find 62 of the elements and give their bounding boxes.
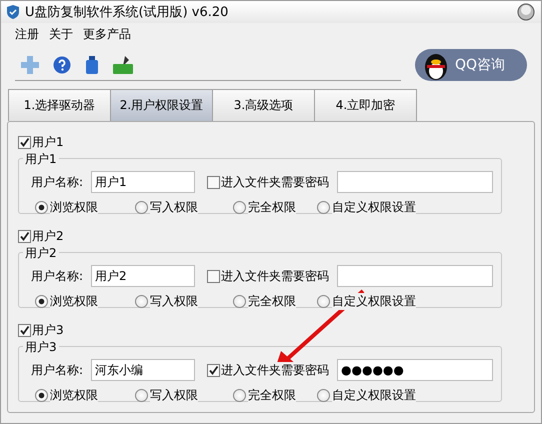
menu-item[interactable]: 更多产品 xyxy=(83,26,131,42)
checkbox-label: 用户2 xyxy=(32,228,64,244)
radio-button[interactable] xyxy=(317,295,330,308)
password-checkbox[interactable] xyxy=(207,364,220,376)
user-checkbox[interactable]: 用户3 xyxy=(18,322,524,338)
radio-label: 浏览权限 xyxy=(50,293,98,310)
checkbox-icon[interactable] xyxy=(18,136,31,148)
menu-item[interactable]: 注册 xyxy=(15,26,39,42)
field-label: 用户名称: xyxy=(31,268,84,284)
tab[interactable]: 4.立即加密 xyxy=(314,89,417,121)
radio-label: 写入权限 xyxy=(150,199,198,216)
shield-icon xyxy=(7,5,19,19)
password-checkbox[interactable] xyxy=(207,176,220,188)
radio-button[interactable] xyxy=(233,389,246,402)
user-checkbox[interactable]: 用户2 xyxy=(18,228,524,244)
bottle-icon[interactable] xyxy=(85,56,99,74)
password-field[interactable] xyxy=(337,171,494,193)
user-checkbox[interactable]: 用户1 xyxy=(18,134,524,150)
radio-label: 写入权限 xyxy=(150,293,198,310)
tab[interactable]: 2.用户权限设置 xyxy=(110,89,213,121)
basket-icon[interactable] xyxy=(113,56,133,74)
qq-consult-button[interactable]: QQ咨询 xyxy=(415,49,527,81)
radio-label: 写入权限 xyxy=(150,387,198,404)
checkbox-icon[interactable] xyxy=(18,230,31,242)
radio-label: 浏览权限 xyxy=(50,199,98,216)
radio-button[interactable] xyxy=(135,389,148,402)
radio-button[interactable] xyxy=(135,295,148,308)
tab[interactable]: 3.高级选项 xyxy=(212,89,315,121)
menu-item[interactable]: 关于 xyxy=(49,26,73,42)
username-field[interactable]: 用户2 xyxy=(91,265,196,287)
radio-label: 完全权限 xyxy=(248,293,296,310)
checkbox-label: 进入文件夹需要密码 xyxy=(221,174,330,190)
radio-button[interactable] xyxy=(317,201,330,214)
field-label: 用户名称: xyxy=(31,174,84,190)
checkbox-label: 进入文件夹需要密码 xyxy=(221,268,330,284)
radio-button[interactable] xyxy=(35,201,48,214)
radio-label: 完全权限 xyxy=(248,199,296,216)
checkbox-label: 用户1 xyxy=(32,134,64,150)
radio-label: 自定义权限设置 xyxy=(332,199,416,216)
help-icon[interactable] xyxy=(53,56,71,74)
radio-label: 浏览权限 xyxy=(50,387,98,404)
password-field[interactable]: ●●●●●● xyxy=(337,359,494,381)
field-label: 用户名称: xyxy=(31,362,84,378)
username-field[interactable]: 用户1 xyxy=(91,171,196,193)
checkbox-icon[interactable] xyxy=(18,324,31,336)
password-field[interactable] xyxy=(337,265,494,287)
checkbox-label: 进入文件夹需要密码 xyxy=(221,362,330,378)
username-field[interactable]: 河东小编 xyxy=(91,359,196,381)
radio-button[interactable] xyxy=(233,295,246,308)
radio-label: 自定义权限设置 xyxy=(332,293,416,310)
tab[interactable]: 1.选择驱动器 xyxy=(8,89,111,121)
radio-label: 自定义权限设置 xyxy=(332,387,416,404)
radio-label: 完全权限 xyxy=(248,387,296,404)
radio-button[interactable] xyxy=(233,201,246,214)
radio-button[interactable] xyxy=(35,389,48,402)
window-title: U盘防复制软件系统(试用版) v6.20 xyxy=(25,4,230,21)
radio-button[interactable] xyxy=(317,389,330,402)
radio-button[interactable] xyxy=(35,295,48,308)
password-checkbox[interactable] xyxy=(207,270,220,282)
close-icon[interactable] xyxy=(517,3,535,21)
checkbox-label: 用户3 xyxy=(32,322,64,338)
radio-button[interactable] xyxy=(135,201,148,214)
